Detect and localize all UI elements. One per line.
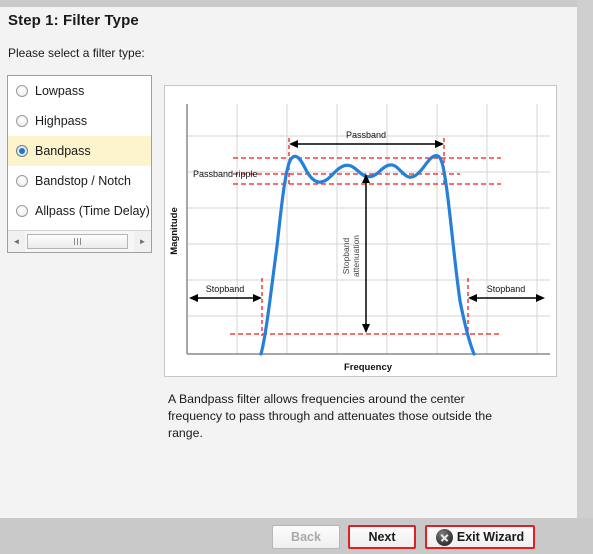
radio-bandpass-icon[interactable] xyxy=(16,145,28,157)
filter-type-list: Lowpass Highpass Bandpass Bandstop / Not… xyxy=(8,76,151,231)
chart-stopband-left-label: Stopband xyxy=(206,284,245,294)
radio-lowpass-icon[interactable] xyxy=(16,85,28,97)
list-item-label: Bandstop / Notch xyxy=(35,174,131,188)
list-item-label: Highpass xyxy=(35,114,88,128)
close-circle-icon xyxy=(435,528,453,546)
page-subtitle: Please select a filter type: xyxy=(8,46,145,60)
scrollbar-track[interactable] xyxy=(25,231,134,252)
exit-wizard-button[interactable]: Exit Wizard xyxy=(425,525,535,549)
back-button[interactable]: Back xyxy=(272,525,340,549)
wizard-page: Step 1: Filter Type Please select a filt… xyxy=(0,7,577,518)
scroll-left-arrow-icon[interactable]: ◄ xyxy=(8,231,25,252)
chart-stopband-attenuation-label-2: attenuation xyxy=(351,235,361,277)
horizontal-scrollbar[interactable]: ◄ ► xyxy=(8,230,151,252)
chart-x-axis-label: Frequency xyxy=(344,362,393,373)
exit-wizard-label: Exit Wizard xyxy=(456,530,525,544)
filter-response-chart: Passband Passband ripple Stopband attenu… xyxy=(165,86,556,376)
radio-highpass-icon[interactable] xyxy=(16,115,28,127)
list-item-bandstop-notch[interactable]: Bandstop / Notch xyxy=(8,166,151,196)
scrollbar-thumb[interactable] xyxy=(27,234,128,249)
scrollbar-grip-icon xyxy=(74,238,81,245)
chart-passband-ripple-label: Passband ripple xyxy=(193,169,258,179)
list-item-bandpass[interactable]: Bandpass xyxy=(8,136,151,166)
chart-y-axis-label: Magnitude xyxy=(169,207,180,255)
window-top-strip xyxy=(0,0,593,7)
list-item-label: Lowpass xyxy=(35,84,85,98)
list-item-lowpass[interactable]: Lowpass xyxy=(8,76,151,106)
wizard-window: Step 1: Filter Type Please select a filt… xyxy=(0,0,593,554)
radio-allpass-icon[interactable] xyxy=(16,205,28,217)
wizard-page-inner: Step 1: Filter Type Please select a filt… xyxy=(0,7,568,511)
radio-bandstop-icon[interactable] xyxy=(16,175,28,187)
chart-stopband-attenuation-label-1: Stopband xyxy=(341,238,351,275)
filter-type-listbox[interactable]: Lowpass Highpass Bandpass Bandstop / Not… xyxy=(7,75,152,253)
chart-stopband-right-label: Stopband xyxy=(487,284,526,294)
wizard-footer: Back Next Exit Wizard xyxy=(0,518,593,554)
filter-description: A Bandpass filter allows frequencies aro… xyxy=(168,392,493,440)
chart-passband-label: Passband xyxy=(346,130,386,140)
list-item-label: Bandpass xyxy=(35,144,91,158)
list-item-allpass[interactable]: Allpass (Time Delay) xyxy=(8,196,151,226)
page-title: Step 1: Filter Type xyxy=(8,12,139,29)
list-item-highpass[interactable]: Highpass xyxy=(8,106,151,136)
filter-response-chart-panel: Passband Passband ripple Stopband attenu… xyxy=(164,85,557,377)
next-button[interactable]: Next xyxy=(348,525,416,549)
list-item-label: Allpass (Time Delay) xyxy=(35,204,150,218)
scroll-right-arrow-icon[interactable]: ► xyxy=(134,231,151,252)
window-right-strip xyxy=(577,0,593,554)
